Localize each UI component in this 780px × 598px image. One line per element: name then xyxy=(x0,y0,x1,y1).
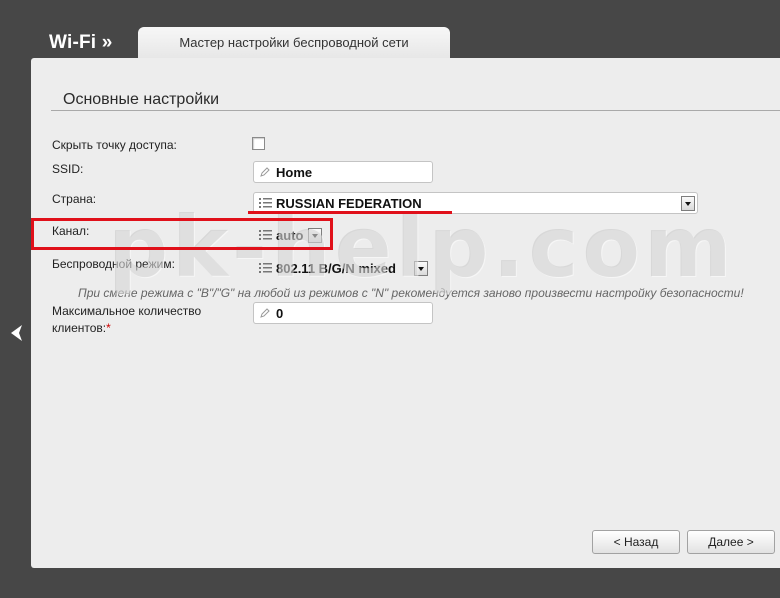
ssid-input[interactable]: Home xyxy=(253,161,433,183)
main-panel: Основные настройки Скрыть точку доступа:… xyxy=(31,58,780,568)
ssid-label: SSID: xyxy=(52,162,84,176)
ssid-value: Home xyxy=(276,164,313,180)
pencil-icon xyxy=(260,308,270,318)
page-title: Wi-Fi » xyxy=(49,32,113,53)
required-mark: * xyxy=(106,321,111,335)
highlight-box xyxy=(31,218,333,250)
max-clients-input[interactable]: 0 xyxy=(253,302,433,324)
max-clients-label-line2: клиентов:* xyxy=(52,321,111,335)
country-label: Страна: xyxy=(52,192,97,206)
max-clients-label-line1: Максимальное количество xyxy=(52,304,202,318)
tab-wifi-wizard[interactable]: Мастер настройки беспроводной сети xyxy=(138,27,450,60)
section-title: Основные настройки xyxy=(63,91,220,108)
pencil-icon xyxy=(260,167,270,177)
section-divider xyxy=(51,110,780,111)
hide-ap-label: Скрыть точку доступа: xyxy=(52,138,177,152)
max-clients-label: Максимальное количество клиентов:* xyxy=(52,303,201,337)
back-arrow-icon[interactable] xyxy=(8,323,24,343)
back-button[interactable]: < Назад xyxy=(592,530,680,554)
highlight-underline xyxy=(248,211,452,214)
hide-ap-checkbox[interactable] xyxy=(252,137,265,150)
max-clients-value: 0 xyxy=(276,305,284,321)
next-button[interactable]: Далее > xyxy=(687,530,775,554)
